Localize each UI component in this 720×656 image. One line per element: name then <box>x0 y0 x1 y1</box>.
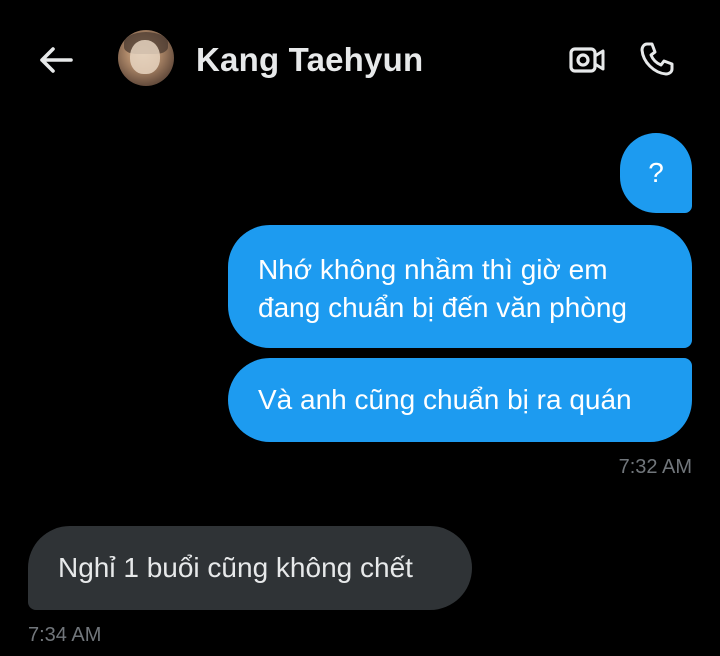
message-text: Nghỉ 1 buổi cũng không chết <box>58 552 413 583</box>
avatar[interactable] <box>118 30 174 86</box>
phone-icon <box>640 42 674 76</box>
back-button[interactable] <box>36 40 76 80</box>
voice-call-button[interactable] <box>636 38 678 80</box>
avatar-face <box>130 40 160 74</box>
contact-name[interactable]: Kang Taehyun <box>196 40 423 80</box>
message-bubble-outgoing[interactable]: ? <box>620 133 692 213</box>
message-bubble-outgoing[interactable]: Và anh cũng chuẩn bị ra quán <box>228 358 692 442</box>
video-call-button[interactable] <box>566 40 608 80</box>
video-camera-icon <box>569 47 605 73</box>
message-bubble-incoming[interactable]: Nghỉ 1 buổi cũng không chết <box>28 526 472 610</box>
message-timestamp: 7:32 AM <box>618 456 692 478</box>
message-bubble-outgoing[interactable]: Nhớ không nhầm thì giờ em đang chuẩn bị … <box>228 225 692 348</box>
message-text: Và anh cũng chuẩn bị ra quán <box>258 384 632 415</box>
message-timestamp: 7:34 AM <box>28 624 102 646</box>
message-text: Nhớ không nhầm thì giờ em đang chuẩn bị … <box>258 254 627 323</box>
arrow-left-icon <box>40 47 73 73</box>
conversation-header: Kang Taehyun <box>0 0 720 120</box>
message-text: ? <box>648 157 664 188</box>
